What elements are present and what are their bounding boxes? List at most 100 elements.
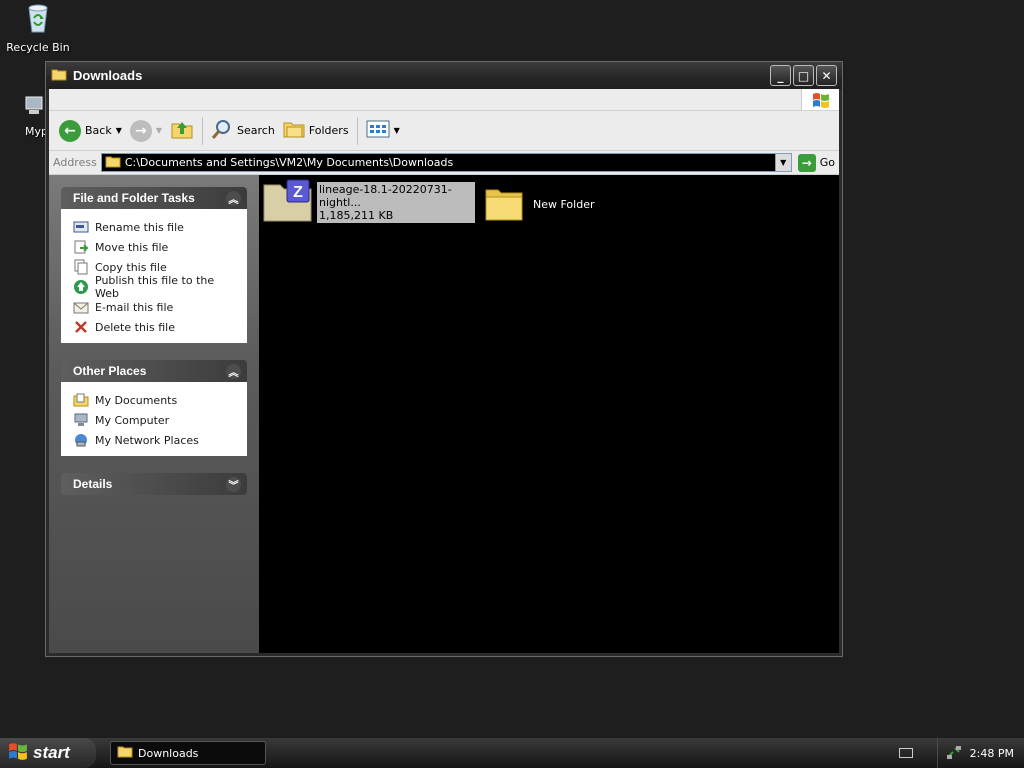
task-delete[interactable]: Delete this file [73,317,237,337]
maximize-button[interactable]: □ [793,65,814,86]
toolbar: ← Back ▼ → ▼ Search Folders ▼ [49,111,839,151]
address-dropdown-button[interactable]: ▼ [774,154,791,171]
start-label: start [33,743,70,762]
up-folder-button[interactable] [166,117,198,145]
forward-arrow-icon: → [129,119,152,142]
folders-icon [283,119,305,142]
place-label: My Documents [95,393,178,407]
chevron-down-icon: ▼ [393,126,400,135]
minimize-icon: _ [777,68,784,83]
folders-label: Folders [308,124,349,137]
place-label: My Network Places [95,433,199,447]
taskbar: start Downloads 2:48 PM [0,738,1024,768]
file-name: lineage-18.1-20220731-nightl... [319,183,452,209]
taskbar-button-label: Downloads [138,746,199,760]
toolbar-separator [356,116,358,145]
views-button[interactable]: ▼ [362,117,404,145]
folder-icon [485,185,523,224]
folder-icon [117,745,133,761]
minimize-button[interactable]: _ [770,65,791,86]
file-list: Z lineage-18.1-20220731-nightl... 1,185,… [259,175,839,653]
system-tray: 2:48 PM [889,738,1024,768]
chevron-down-icon: ▼ [155,126,163,135]
menu-edit[interactable]: Edit [83,93,116,106]
address-value: C:\Documents and Settings\VM2\My Documen… [124,156,454,169]
back-button[interactable]: ← Back ▼ [55,117,126,145]
taskbar-button-downloads[interactable]: Downloads [110,741,266,765]
chevron-down-icon: ▼ [780,158,787,167]
task-pane: File and Folder Tasks ︽ Rename this file… [49,175,259,653]
panel-header[interactable]: Other Places ︽ [61,360,247,382]
desktop-icon-recycle-bin[interactable]: Recycle Bin [3,2,73,54]
place-label: My Computer [95,413,170,427]
search-label: Search [237,124,275,137]
move-icon [73,239,89,255]
place-my-computer[interactable]: My Computer [73,410,237,430]
clock[interactable]: 2:48 PM [970,747,1014,760]
network-places-icon [73,432,89,448]
details-panel: Details ︾ [61,473,247,495]
menu-bar: File Edit View Favorites Tools Help [49,89,839,111]
task-publish[interactable]: Publish this file to the Web [73,274,237,300]
expand-icon[interactable]: ︾ [226,476,241,492]
task-rename[interactable]: Rename this file [73,217,237,237]
task-email[interactable]: E-mail this file [73,297,237,317]
publish-web-icon [73,279,89,295]
place-my-documents[interactable]: My Documents [73,390,237,410]
network-icon[interactable] [946,744,962,763]
folder-icon [105,155,121,171]
file-label-selected: lineage-18.1-20220731-nightl... 1,185,21… [317,182,475,223]
search-button[interactable]: Search [207,117,279,145]
task-label: Publish this file to the Web [95,274,215,300]
start-button[interactable]: start [0,738,96,768]
go-arrow-icon: → [797,153,816,172]
file-item-zip[interactable]: Z lineage-18.1-20220731-nightl... 1,185,… [263,179,475,226]
menu-tools[interactable]: Tools [217,93,256,106]
address-input[interactable]: C:\Documents and Settings\VM2\My Documen… [100,153,792,172]
panel-header[interactable]: Details ︾ [61,473,247,495]
close-button[interactable]: ✕ [816,65,837,86]
tray-divider [936,738,938,768]
go-label: Go [819,156,835,169]
collapse-icon[interactable]: ︽ [226,190,241,206]
task-label: Delete this file [95,320,175,334]
toolbar-separator [202,116,204,145]
forward-button[interactable]: → ▼ [126,117,166,145]
explorer-window: Downloads _ □ ✕ File Edit View Favorites… [45,61,843,657]
windows-logo-icon [801,89,839,110]
keyboard-icon[interactable] [898,748,913,758]
title-bar[interactable]: Downloads _ □ ✕ [46,62,842,89]
my-computer-icon [3,94,47,121]
file-name: New Folder [533,198,595,211]
desktop-icon-label: Myp [25,125,47,138]
recycle-bin-icon [3,2,73,37]
copy-icon [73,259,89,275]
folders-button[interactable]: Folders [279,117,353,145]
desktop-icon-label: Recycle Bin [6,41,70,54]
maximize-icon: □ [797,68,810,83]
menu-favorites[interactable]: Favorites [155,93,217,106]
go-button[interactable]: → Go [797,153,835,172]
desktop-icon-mypc[interactable]: Myp [3,94,47,138]
task-move[interactable]: Move this file [73,237,237,257]
up-folder-icon [170,118,194,143]
my-documents-icon [73,392,89,408]
svg-text:Z: Z [293,184,303,201]
panel-title: File and Folder Tasks [73,191,195,205]
address-bar: Address C:\Documents and Settings\VM2\My… [49,151,839,175]
menu-file[interactable]: File [53,93,83,106]
task-label: Move this file [95,240,169,254]
menu-view[interactable]: View [117,93,155,106]
window-title: Downloads [73,68,143,83]
explorer-content: File and Folder Tasks ︽ Rename this file… [49,175,839,653]
windows-logo-icon [8,742,28,765]
menu-help[interactable]: Help [256,93,293,106]
file-item-folder[interactable]: New Folder [485,185,594,224]
collapse-icon[interactable]: ︽ [226,363,241,379]
close-icon: ✕ [821,68,832,83]
zip-archive-icon: Z [263,179,313,226]
panel-header[interactable]: File and Folder Tasks ︽ [61,187,247,209]
panel-title: Other Places [73,364,147,378]
delete-icon [73,319,89,335]
place-network[interactable]: My Network Places [73,430,237,450]
